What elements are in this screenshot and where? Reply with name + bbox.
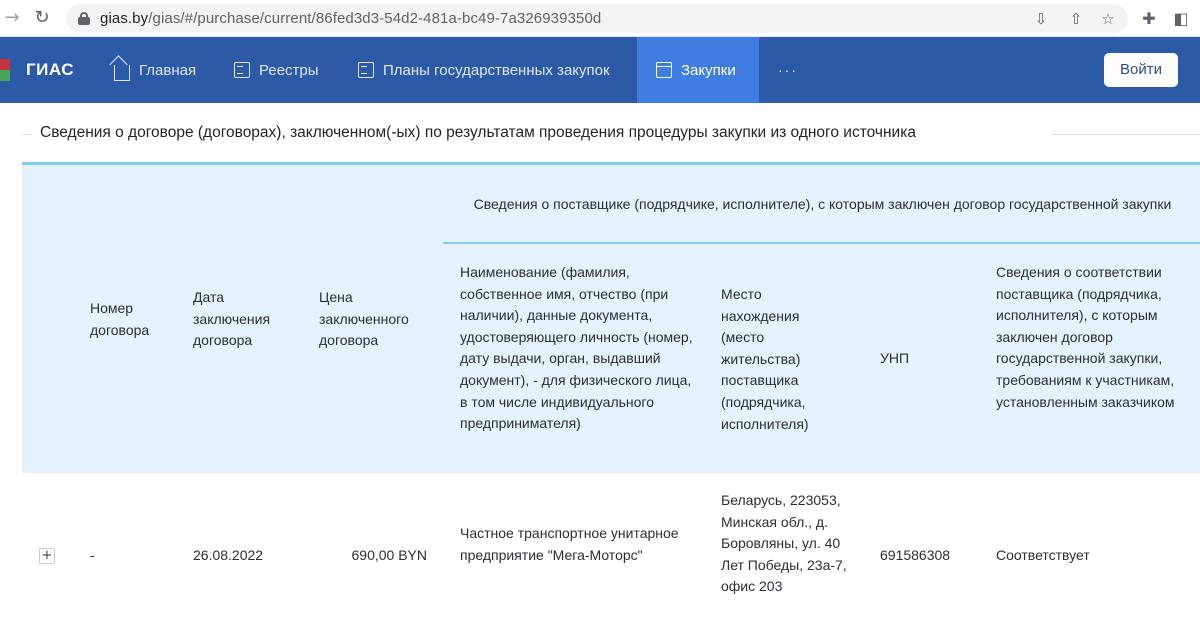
column-header-supplier-name: Наименование (фамилия, собственное имя, … <box>460 264 693 432</box>
divider <box>1052 134 1200 135</box>
login-button[interactable]: Войти <box>1104 53 1178 87</box>
nav-registries[interactable]: Реестры <box>234 37 319 103</box>
column-header-conformity: Сведения о соответствии поставщика (подр… <box>996 264 1175 410</box>
install-app-icon[interactable]: ⇩ <box>1031 9 1051 29</box>
nav-purchases-label: Закупки <box>681 61 736 79</box>
nav-procurement-plans-label: Планы государственных закупок <box>383 61 610 79</box>
cell-conformity: Соответствует <box>996 547 1090 563</box>
nav-registries-label: Реестры <box>259 61 319 79</box>
cell-contract-number: - <box>90 547 95 563</box>
column-header-date: Дата заключения договора <box>193 289 271 349</box>
extensions-puzzle-icon[interactable]: ✚ <box>1138 8 1160 30</box>
url-host: gias.by <box>100 10 149 27</box>
reload-icon[interactable]: ↻ <box>30 6 54 30</box>
column-header-unp: УНП <box>880 350 910 366</box>
logo-text[interactable]: ГИАС <box>26 60 74 80</box>
cell-supplier-location: Беларусь, 223053, Минская обл., д. Боров… <box>721 492 847 595</box>
nav-home[interactable]: Главная <box>113 37 196 103</box>
lock-icon[interactable] <box>78 12 90 25</box>
nav-procurement-plans[interactable]: Планы государственных закупок <box>358 37 610 103</box>
address-bar[interactable]: gias.by/gias/#/purchase/current/86fed3d3… <box>66 4 1128 33</box>
divider <box>22 134 32 135</box>
home-icon <box>114 65 130 81</box>
cell-contract-price: 690,00 BYN <box>351 547 428 563</box>
column-header-number: Номер договора <box>90 300 150 338</box>
cell-supplier-name: Частное транспортное унитарное предприят… <box>460 525 679 563</box>
cell-contract-date: 26.08.2022 <box>193 547 264 563</box>
group-header-divider <box>443 242 1200 244</box>
logo-emblem-icon[interactable] <box>0 59 10 81</box>
expand-row-button[interactable]: + <box>39 548 55 564</box>
nav-home-label: Главная <box>139 61 197 79</box>
share-icon[interactable]: ⇧ <box>1066 9 1086 29</box>
document-icon <box>358 62 374 78</box>
bookmark-star-icon[interactable]: ☆ <box>1098 9 1118 29</box>
url-path: /gias/#/purchase/current/86fed3d3-54d2-4… <box>148 10 602 27</box>
url-text[interactable]: gias.by/gias/#/purchase/current/86fed3d3… <box>100 10 601 27</box>
shop-icon <box>656 62 672 78</box>
browser-toolbar: → ↻ gias.by/gias/#/purchase/current/86fe… <box>0 0 1200 37</box>
column-header-location: Место нахождения (место жительства) пост… <box>721 286 809 432</box>
side-panel-icon[interactable]: ◧ <box>1170 8 1192 30</box>
column-header-price: Цена заключенного договора <box>319 289 409 349</box>
row-divider <box>22 472 1200 473</box>
forward-arrow-icon[interactable]: → <box>0 6 24 30</box>
document-icon <box>234 62 250 78</box>
nav-more-button[interactable]: ··· <box>778 37 798 103</box>
site-header: ГИАС Главная Реестры Планы государственн… <box>0 37 1200 103</box>
section-title: Сведения о договоре (договорах), заключе… <box>40 124 916 141</box>
nav-purchases[interactable]: Закупки <box>637 37 759 103</box>
cell-unp: 691586308 <box>880 547 951 563</box>
supplier-group-header: Сведения о поставщике (подрядчике, испол… <box>473 196 1172 212</box>
